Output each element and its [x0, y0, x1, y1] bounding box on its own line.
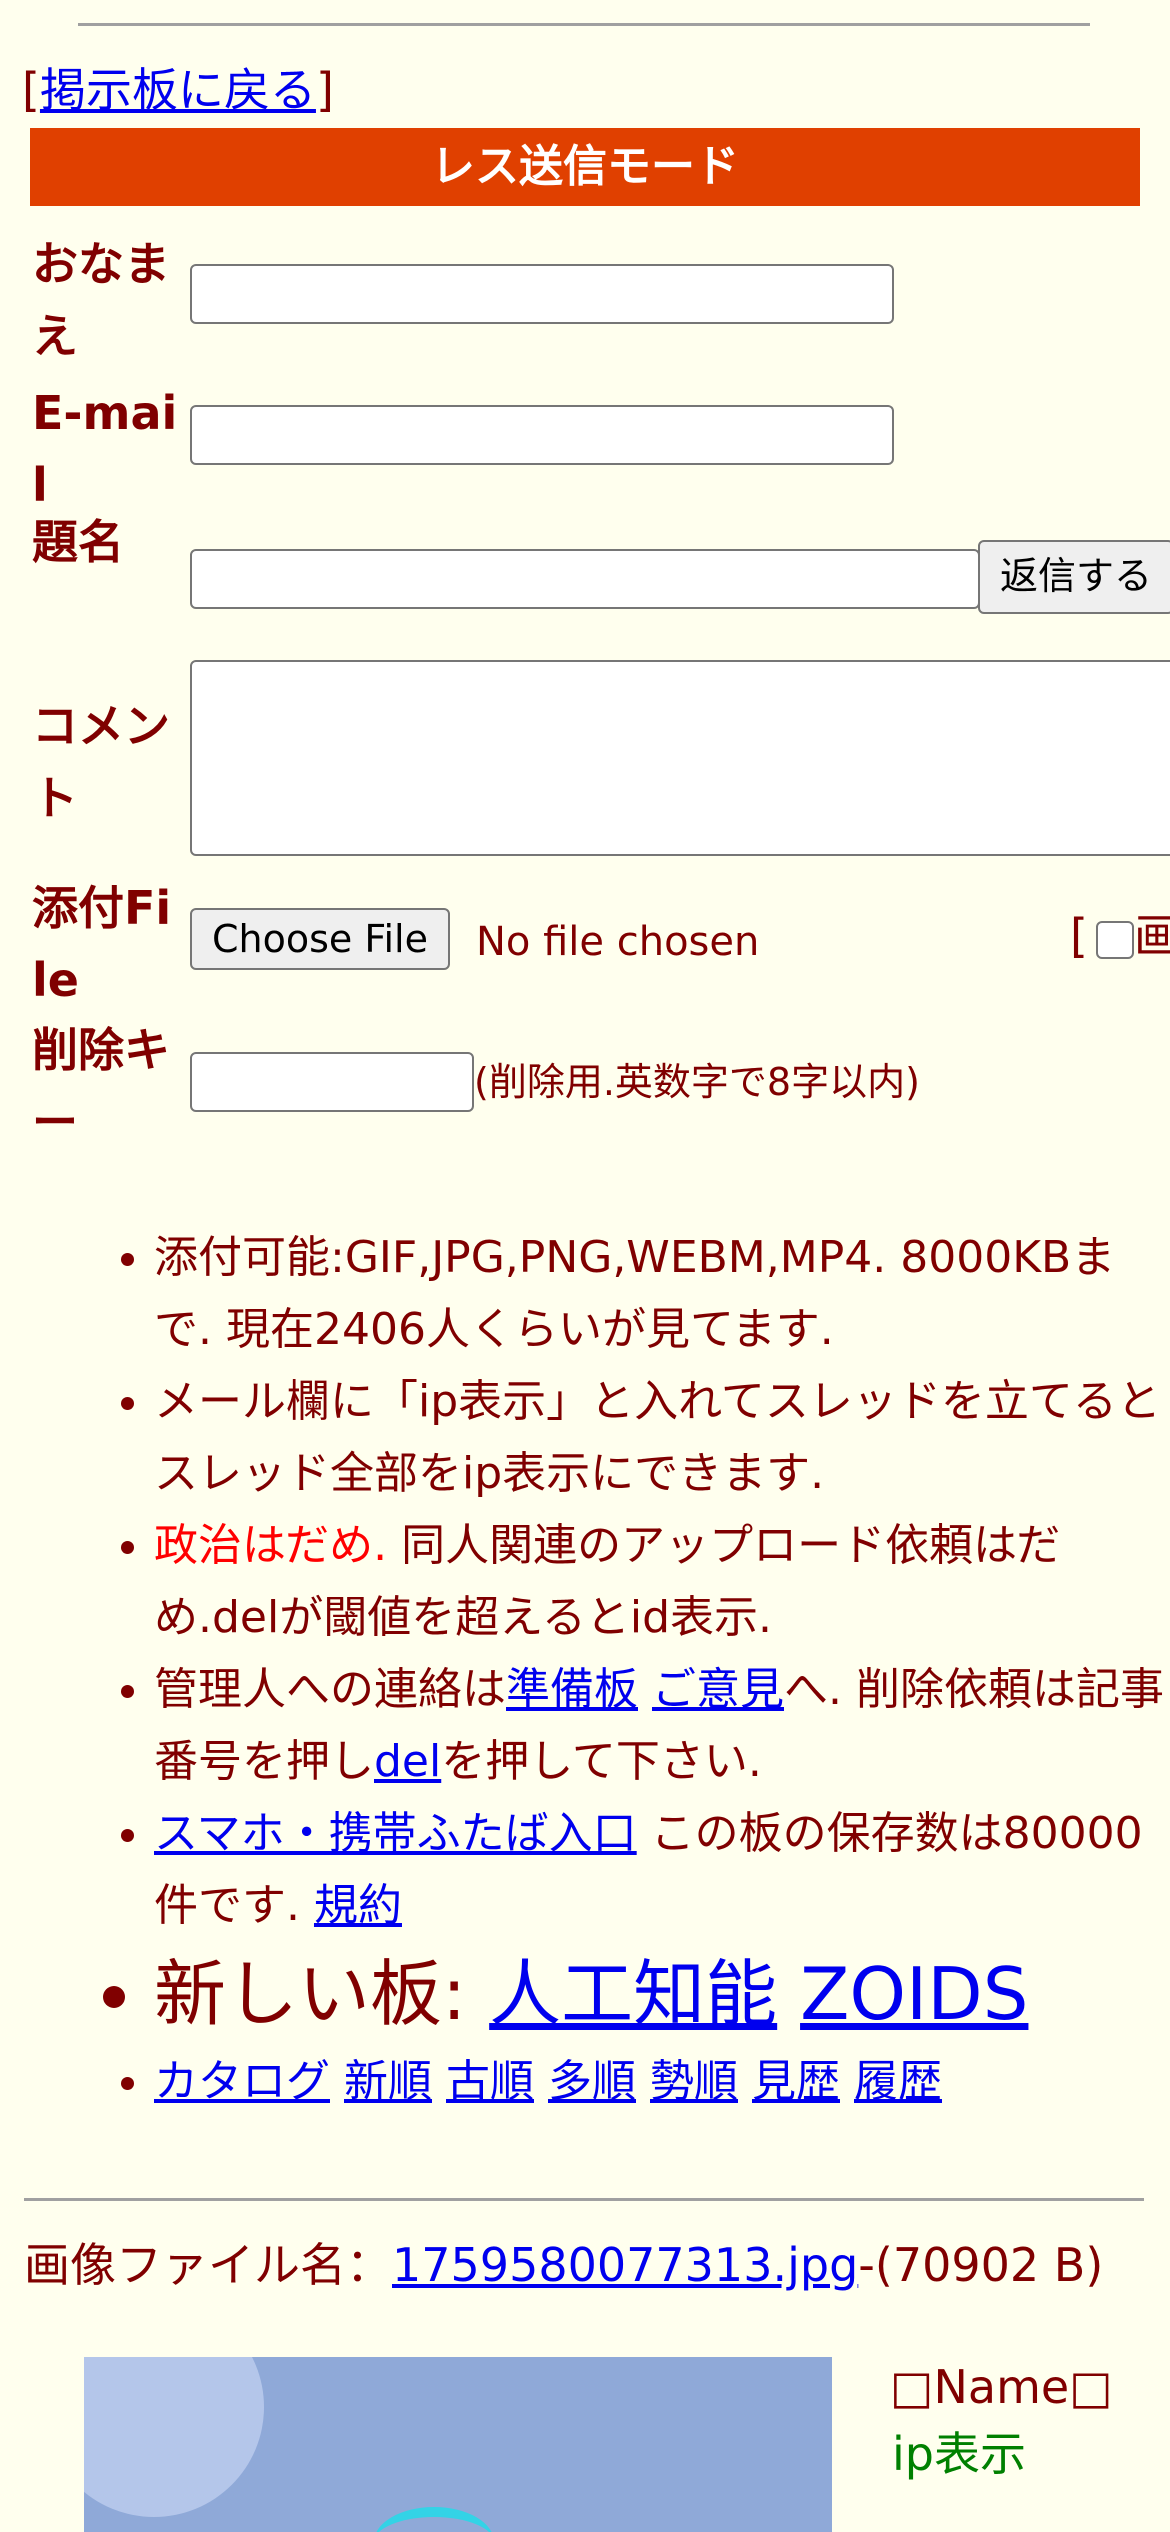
bracket-left: [: [22, 63, 40, 117]
reply-submit-button[interactable]: 返信する: [978, 540, 1170, 614]
new-boards-label: 新しい板:: [154, 1952, 490, 2036]
feedback-link[interactable]: ご意見: [652, 1664, 784, 1715]
comment-label: コメント: [32, 699, 170, 825]
subject-input[interactable]: [190, 549, 980, 609]
attach-option: [画: [1070, 906, 1170, 966]
delete-key-hint: (削除用.英数字で8字以内): [474, 1060, 920, 1104]
note-item: 管理人への連絡は準備板 ご意見へ. 削除依頼は記事番号を押しdelを押して下さい…: [154, 1654, 1170, 1798]
note-item: 添付可能:GIF,JPG,PNG,WEBM,MP4. 8000KBまで. 現在2…: [154, 1222, 1170, 1366]
post-history-link[interactable]: 履歴: [854, 2056, 942, 2107]
reply-mode-banner: レス送信モード: [30, 128, 1140, 206]
image-file-link[interactable]: 1759580077313.jpg: [392, 2238, 858, 2292]
image-file-label: 画像ファイル名：: [24, 2238, 392, 2292]
image-file-info: 画像ファイル名：1759580077313.jpg-(70902 B): [24, 2236, 1144, 2294]
attach-label: 添付File: [32, 881, 172, 1007]
thumbnail-highlight: [84, 2357, 264, 2517]
prep-board-link[interactable]: 準備板: [506, 1664, 638, 1715]
note-delete-text-end: を押して下さい.: [441, 1736, 762, 1787]
attach-option-bracket: [: [1070, 909, 1088, 963]
terms-link[interactable]: 規約: [314, 1880, 402, 1931]
back-nav: [掲示板に戻る]: [22, 60, 334, 120]
choose-file-button[interactable]: Choose File: [190, 908, 450, 970]
zoids-board-link[interactable]: ZOIDS: [800, 1952, 1028, 2036]
attach-option-checkbox[interactable]: [1095, 920, 1134, 959]
catalog-link[interactable]: カタログ: [154, 2056, 330, 2107]
note-item: 新しい板: 人工知能 ZOIDS: [154, 1942, 1170, 2046]
ai-board-link[interactable]: 人工知能: [489, 1952, 777, 2036]
name-label: おなまえ: [32, 237, 170, 363]
note-attach-info: 添付可能:GIF,JPG,PNG,WEBM,MP4. 8000KBまで. 現在2…: [154, 1232, 1116, 1355]
image-file-size: -(70902 B): [858, 2238, 1104, 2292]
top-divider: [78, 23, 1090, 26]
sort-new-link[interactable]: 新順: [344, 2056, 432, 2107]
bracket-right: ]: [315, 63, 334, 117]
delete-key-input[interactable]: [190, 1052, 474, 1112]
subject-label: 題名: [32, 515, 124, 569]
note-item: メール欄に「ip表示」と入れてスレッドを立てるとスレッド全部をip表示にできます…: [154, 1366, 1170, 1510]
thumbnail-shape: [374, 2507, 494, 2532]
no-file-text: No file chosen: [476, 919, 760, 965]
delete-key-label: 削除キー: [32, 1023, 170, 1149]
name-input[interactable]: [190, 264, 894, 324]
email-input[interactable]: [190, 405, 894, 465]
note-item: 政治はだめ. 同人関連のアップロード依頼はだめ.delが閾値を超えるとid表示.: [154, 1510, 1170, 1654]
comment-textarea[interactable]: [190, 660, 1170, 856]
note-item: カタログ 新順 古順 多順 勢順 見歴 履歴: [154, 2046, 1170, 2118]
email-label: E-mail: [32, 386, 178, 512]
post-name-text: Name: [933, 2360, 1070, 2414]
mobile-entrance-link[interactable]: スマホ・携帯ふたば入口: [154, 1808, 637, 1859]
attach-option-label: 画: [1133, 909, 1170, 963]
sort-old-link[interactable]: 古順: [446, 2056, 534, 2107]
sort-momentum-link[interactable]: 勢順: [650, 2056, 738, 2107]
post-ip: ip表示: [892, 2427, 1026, 2481]
post-name: □Name□: [890, 2360, 1113, 2414]
post-divider: [24, 2198, 1144, 2201]
view-history-link[interactable]: 見歴: [752, 2056, 840, 2107]
note-contact-text: 管理人への連絡は: [154, 1664, 506, 1715]
post-thumbnail[interactable]: [84, 2357, 832, 2532]
note-ip-info: メール欄に「ip表示」と入れてスレッドを立てるとスレッド全部をip表示にできます…: [154, 1376, 1161, 1499]
sort-many-link[interactable]: 多順: [548, 2056, 636, 2107]
note-politics-warning: 政治はだめ.: [154, 1520, 388, 1571]
note-item: スマホ・携帯ふたば入口 この板の保存数は80000件です. 規約: [154, 1798, 1170, 1942]
del-link[interactable]: del: [374, 1736, 441, 1787]
back-to-board-link[interactable]: 掲示板に戻る: [40, 63, 316, 117]
board-notes: 添付可能:GIF,JPG,PNG,WEBM,MP4. 8000KBまで. 現在2…: [0, 1222, 1170, 2118]
